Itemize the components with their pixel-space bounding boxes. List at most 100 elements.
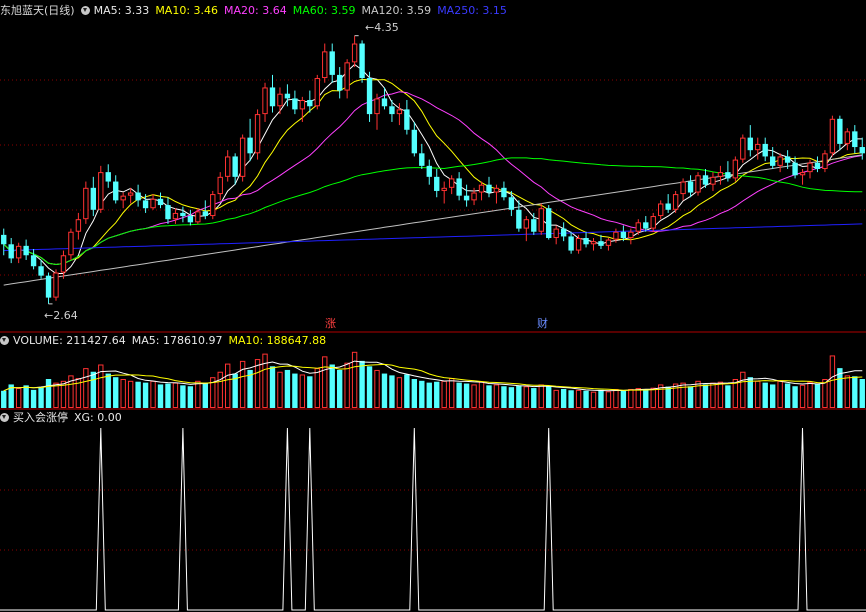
ma250-line: [3, 223, 863, 252]
volume-bar-29: [217, 371, 223, 408]
volume-bar-42: [314, 368, 320, 408]
ma20-value: MA20: 3.64: [224, 4, 287, 17]
volume-bar-75: [560, 388, 567, 408]
candle-10: [75, 219, 82, 232]
candle-54: [404, 109, 410, 130]
volume-bar-24: [180, 385, 186, 408]
candle-22: [165, 205, 171, 220]
candle-102: [762, 143, 768, 157]
candle-1: [8, 244, 14, 259]
candle-35: [262, 87, 268, 115]
volume-bar-35: [262, 353, 268, 408]
candle-75: [560, 228, 567, 237]
volume-bar-37: [277, 371, 283, 408]
candle-45: [336, 74, 343, 91]
stock-chart-canvas[interactable]: [0, 0, 866, 612]
candle-55: [411, 129, 418, 154]
candle-61: [456, 178, 462, 196]
volume-bars[interactable]: [1, 351, 865, 409]
candle-28: [210, 194, 216, 217]
volume-bar-51: [381, 373, 388, 408]
volume-bar-63: [471, 384, 477, 408]
volume-bar-45: [336, 369, 343, 408]
volume-bar-93: [695, 380, 701, 408]
candle-4: [30, 255, 37, 267]
dropdown-circle-icon[interactable]: [0, 413, 9, 422]
candle-110: [822, 153, 828, 170]
ma120-value: MA120: 3.59: [361, 4, 432, 17]
volume-bar-72: [538, 384, 544, 408]
candle-12: [90, 187, 97, 210]
volume-bar-60: [448, 378, 455, 408]
candle-67: [501, 187, 507, 198]
candle-76: [568, 236, 574, 251]
candle-26: [195, 211, 201, 223]
volume-bar-114: [852, 376, 858, 408]
candle-33: [247, 137, 253, 154]
candle-27: [202, 211, 208, 217]
volume-bar-5: [38, 387, 44, 408]
volume-bar-48: [359, 360, 365, 408]
candle-21: [157, 198, 164, 206]
candle-94: [702, 175, 709, 185]
candle-100: [747, 137, 753, 151]
volume-bar-47: [351, 351, 358, 408]
xg-signal-lines: [0, 427, 866, 611]
volume-bar-11: [83, 368, 89, 408]
zhang-event-marker[interactable]: 涨: [325, 318, 336, 330]
candle-113: [844, 131, 851, 144]
candle-92: [687, 181, 694, 193]
dropdown-circle-icon[interactable]: [0, 336, 9, 345]
candle-40: [299, 99, 306, 110]
candle-104: [777, 156, 783, 166]
candle-72: [538, 208, 544, 232]
candle-69: [516, 209, 522, 229]
candle-106: [792, 162, 798, 176]
main-chart-header: 东旭蓝天(日线) MA5: 3.33 MA10: 3.46 MA20: 3.64 MA6…: [0, 3, 513, 19]
volume-bar-20: [150, 380, 156, 408]
volume-bar-55: [411, 379, 418, 408]
volume-bar-87: [650, 387, 656, 409]
volume-bar-94: [702, 384, 709, 408]
candle-49: [366, 78, 373, 115]
candle-81: [605, 239, 612, 246]
volume-bar-19: [142, 382, 149, 408]
cai-event-marker[interactable]: 财: [537, 318, 548, 330]
volume-bar-82: [613, 388, 619, 408]
dropdown-circle-icon[interactable]: [80, 6, 90, 15]
volume-bar-111: [829, 355, 836, 408]
indicator-name: 买入会涨停: [13, 411, 68, 424]
candle-9: [68, 231, 74, 256]
volume-bar-23: [172, 382, 179, 408]
candle-19: [142, 200, 149, 209]
volume-bar-16: [120, 379, 126, 408]
volume-value: VOLUME: 211427.64: [13, 334, 126, 347]
candle-24: [180, 212, 186, 217]
candle-84: [628, 231, 634, 239]
candle-41: [307, 99, 313, 107]
candle-70: [523, 219, 530, 229]
candle-6: [45, 275, 52, 298]
volume-bar-36: [269, 366, 276, 408]
volume-bar-50: [374, 369, 380, 408]
candle-8: [60, 255, 67, 273]
volume-bar-57: [426, 382, 432, 408]
volume-bar-62: [463, 383, 470, 408]
volume-bar-71: [531, 388, 537, 408]
stock-title: 东旭蓝天(日线): [0, 4, 75, 17]
volume-bar-97: [725, 385, 731, 408]
candle-25: [187, 216, 194, 223]
candle-47: [351, 43, 358, 63]
candle-89: [665, 203, 671, 210]
volume-bar-86: [643, 389, 649, 408]
candlesticks[interactable]: [1, 35, 865, 304]
candle-105: [784, 156, 791, 163]
candle-57: [426, 165, 432, 177]
candle-85: [635, 222, 641, 232]
candle-68: [508, 197, 515, 210]
candle-36: [269, 87, 276, 107]
volume-bar-49: [366, 366, 373, 408]
candle-32: [239, 137, 246, 177]
volume-bar-32: [239, 360, 246, 408]
volume-bar-14: [105, 373, 111, 408]
